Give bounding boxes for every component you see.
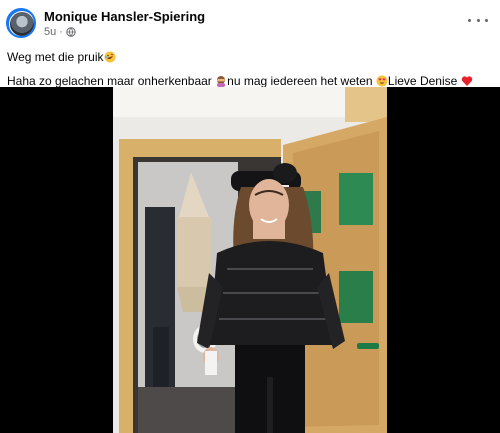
more-options-button[interactable] [468,12,488,28]
red-heart-emoji [461,76,472,86]
post-text-line2-c: Lieve Denise [387,74,461,88]
photo-illustration [113,87,387,433]
post-text-line1: Weg met die pruik [7,50,104,64]
post-time[interactable]: 5u [44,26,56,38]
globe-icon[interactable] [66,27,76,37]
post-media[interactable] [0,87,500,433]
post-text-line2-a: Haha zo gelachen maar onherkenbaar [7,74,216,88]
post-meta: 5u · [44,26,76,38]
avatar[interactable] [6,8,36,38]
meta-separator: · [59,26,63,38]
post-photo[interactable] [113,87,387,433]
more-dot [476,18,480,22]
post-text-line2-b: nu mag iedereen het weten [227,74,376,88]
more-horizontal-icon [468,18,471,22]
see-no-evil-person-emoji [217,76,226,87]
avatar-image [9,11,34,36]
more-dot [485,18,488,22]
rolling-on-floor-laughing-emoji [104,51,115,63]
heart-eyes-emoji [376,75,388,87]
author-name[interactable]: Monique Hansler-Spiering [44,9,205,24]
post-header: Monique Hansler-Spiering 5u · [0,0,500,44]
post-line-1: Weg met die pruik [7,48,473,66]
